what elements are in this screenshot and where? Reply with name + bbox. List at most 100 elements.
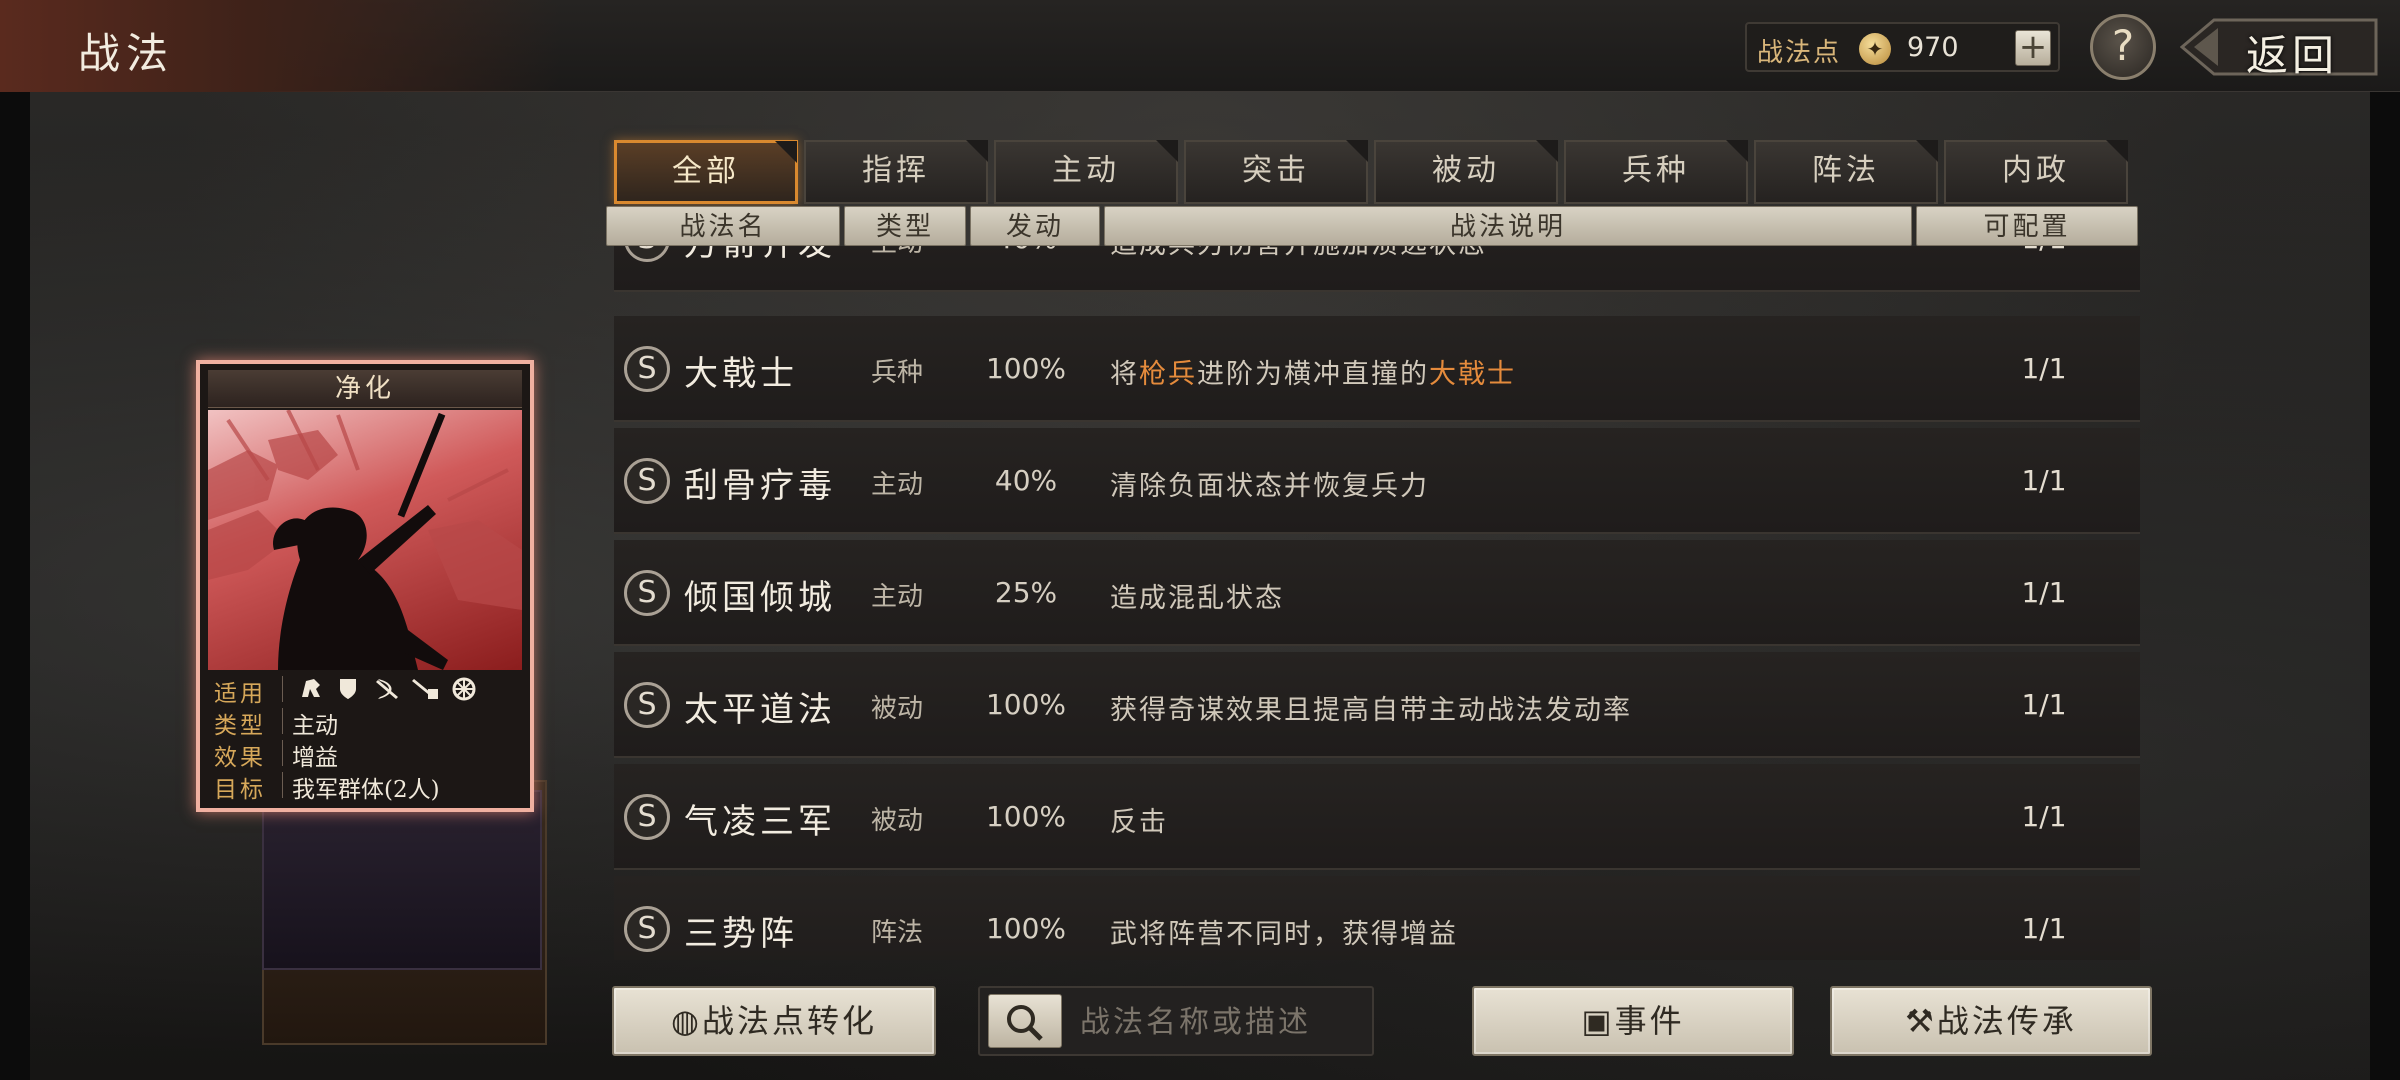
troop-type-icons — [302, 677, 476, 701]
page-title: 战法 — [78, 29, 175, 78]
grade-badge: S — [624, 570, 670, 616]
search-button[interactable] — [988, 994, 1062, 1048]
search-input[interactable] — [1080, 1000, 1360, 1044]
tab-formation[interactable]: 阵法 — [1754, 140, 1938, 204]
grade-badge: S — [624, 794, 670, 840]
tab-internal-affairs[interactable]: 内政 — [1944, 140, 2128, 204]
tactic-name: 刮骨疗毒 — [684, 466, 836, 506]
tactic-config: 1/1 — [1994, 246, 2094, 255]
tactic-name: 三势阵 — [684, 914, 798, 954]
tactic-name: 大戟士 — [684, 354, 798, 394]
help-button[interactable]: ? — [2090, 14, 2156, 80]
grade-badge: S — [624, 458, 670, 504]
convert-points-label: 战法点转化 — [701, 1002, 877, 1040]
card-applies-row: 适用 — [208, 672, 522, 707]
tactic-config: 1/1 — [2021, 576, 2067, 609]
table-row[interactable]: S 太平道法 被动 100% 获得奇谋效果且提高自带主动战法发动率 1/1 — [614, 652, 2140, 758]
tactic-type: 主动 — [870, 582, 923, 612]
tactic-description: 武将阵营不同时，获得增益 — [1110, 919, 1458, 950]
divider — [282, 772, 283, 798]
tactic-description: 造成混乱状态 — [1110, 583, 1284, 614]
divider — [282, 740, 283, 766]
target-value: 我军群体(2人) — [292, 777, 440, 803]
type-value: 主动 — [292, 713, 338, 739]
tactic-rate: 100% — [985, 688, 1067, 721]
troop-icons — [296, 675, 496, 707]
table-row[interactable]: S 气凌三军 被动 100% 反击 1/1 — [614, 764, 2140, 870]
desc-text: 将 — [1110, 359, 1139, 390]
grade-badge: S — [624, 906, 670, 952]
back-label: 返回 — [2246, 31, 2339, 80]
top-bar: 战法 战法点 ✦ 970 + ? 返回 — [0, 0, 2400, 92]
event-button[interactable]: ▣事件 — [1472, 986, 1794, 1056]
scroll-icon: ▣ — [1581, 1002, 1615, 1040]
column-header-type[interactable]: 类型 — [844, 206, 966, 246]
tactic-type: 主动 — [870, 470, 923, 500]
shield-icon — [340, 679, 356, 699]
tactic-config: 1/1 — [2021, 688, 2067, 721]
tactic-name: 万箭齐发 — [684, 246, 836, 265]
tab-active[interactable]: 主动 — [994, 140, 1178, 204]
tactic-name: 倾国倾城 — [684, 578, 836, 618]
tactic-description: 造成兵刃伤害并施加溃逃状态 — [1110, 246, 1487, 261]
column-header-config[interactable]: 可配置 — [1916, 206, 2138, 246]
tactic-type: 被动 — [870, 806, 923, 836]
grade-badge: S — [624, 682, 670, 728]
flame-icon: ◍ — [671, 1002, 702, 1040]
search-icon — [1007, 1005, 1043, 1041]
tab-all[interactable]: 全部 — [614, 140, 798, 204]
bow-icon — [376, 679, 398, 699]
inherit-tactic-button[interactable]: ⚒战法传承 — [1830, 986, 2152, 1056]
column-header-description: 战法说明 — [1104, 206, 1912, 246]
type-label: 类型 — [214, 713, 266, 739]
tab-troop[interactable]: 兵种 — [1564, 140, 1748, 204]
table-row[interactable]: S 万箭齐发 主动 40% 造成兵刃伤害并施加溃逃状态 1/1 — [614, 246, 2140, 292]
desc-text: 进阶为横冲直撞的 — [1197, 359, 1429, 390]
tactic-config: 1/1 — [2021, 352, 2067, 385]
tactic-rate: 100% — [985, 800, 1067, 833]
card-target-row: 目标 我军群体(2人) — [208, 768, 522, 803]
card-type-row: 类型 主动 — [208, 704, 522, 739]
card-stack-middle — [262, 790, 542, 970]
tab-assault[interactable]: 突击 — [1184, 140, 1368, 204]
tactic-rate: 100% — [985, 912, 1067, 945]
tactic-rate: 100% — [985, 352, 1067, 385]
tactic-rate: 25% — [994, 576, 1058, 609]
table-row[interactable]: S 三势阵 阵法 100% 武将阵营不同时，获得增益 1/1 — [614, 876, 2140, 960]
tactic-list[interactable]: S 万箭齐发 主动 40% 造成兵刃伤害并施加溃逃状态 1/1 S 大戟士 兵种… — [614, 246, 2140, 960]
tactic-type: 兵种 — [870, 358, 923, 388]
add-points-button[interactable]: + — [2015, 30, 2051, 66]
tactic-rate: 40% — [994, 464, 1058, 497]
target-label: 目标 — [214, 777, 266, 803]
table-row[interactable]: S 倾国倾城 主动 25% 造成混乱状态 1/1 — [614, 540, 2140, 646]
grade-badge: S — [624, 246, 670, 262]
effect-value: 增益 — [292, 745, 338, 771]
tactic-name: 太平道法 — [684, 690, 836, 730]
card-effect-row: 效果 增益 — [208, 736, 522, 771]
search-field[interactable] — [978, 986, 1374, 1056]
tactic-points-label: 战法点 — [1757, 38, 1842, 68]
tactic-description: 清除负面状态并恢复兵力 — [1110, 471, 1429, 502]
selected-tactic-card[interactable]: 净化 适用 类型 主动 效果 增益 目标 我军群体(2人) — [196, 360, 534, 812]
convert-points-button[interactable]: ◍战法点转化 — [612, 986, 936, 1056]
tactic-description: 反击 — [1110, 807, 1168, 838]
table-row[interactable]: S 刮骨疗毒 主动 40% 清除负面状态并恢复兵力 1/1 — [614, 428, 2140, 534]
back-button[interactable]: 返回 — [2180, 16, 2380, 80]
effect-label: 效果 — [214, 745, 266, 771]
column-header-rate[interactable]: 发动 — [970, 206, 1100, 246]
tab-passive[interactable]: 被动 — [1374, 140, 1558, 204]
card-title: 净化 — [208, 370, 522, 408]
column-header-name[interactable]: 战法名 — [606, 206, 840, 246]
tactic-config: 1/1 — [2021, 912, 2067, 945]
tab-command[interactable]: 指挥 — [804, 140, 988, 204]
divider — [282, 708, 283, 734]
grade-badge: S — [624, 346, 670, 392]
tactic-name: 气凌三军 — [684, 802, 836, 842]
applies-label: 适用 — [214, 681, 266, 707]
spear-icon — [412, 679, 438, 699]
table-row[interactable]: S 大戟士 兵种 100% 将枪兵进阶为横冲直撞的大戟士 1/1 — [614, 316, 2140, 422]
desc-highlight: 枪兵 — [1139, 359, 1197, 390]
tactic-type: 主动 — [862, 246, 932, 259]
hammer-icon: ⚒ — [1905, 1002, 1937, 1040]
cavalry-icon — [302, 679, 320, 697]
